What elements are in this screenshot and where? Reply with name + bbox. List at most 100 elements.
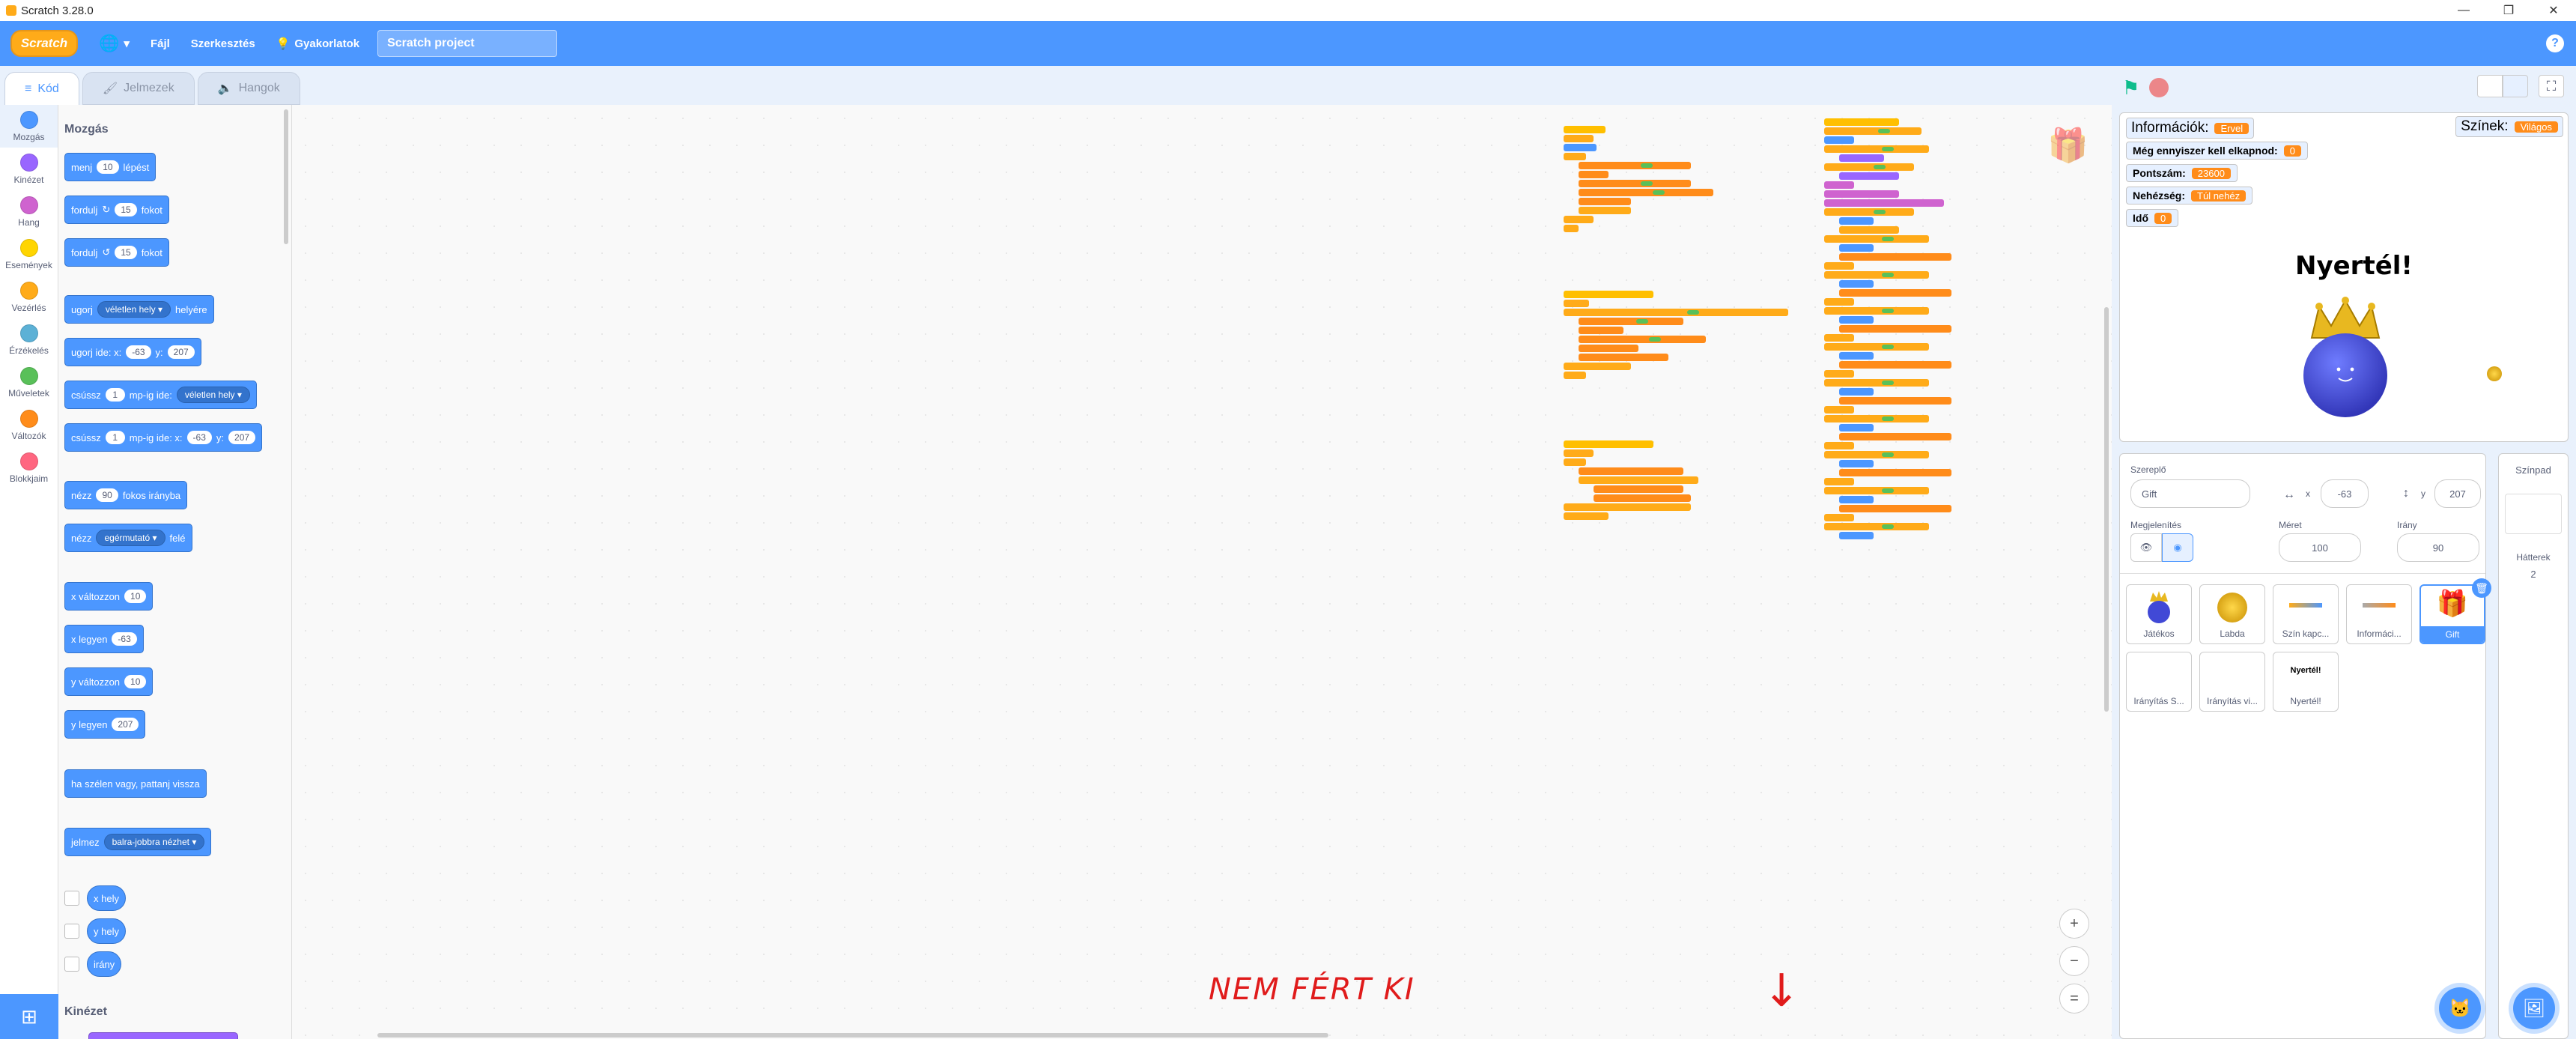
sprite-name-input[interactable]: Gift xyxy=(2130,479,2250,508)
block-input[interactable]: 1 xyxy=(105,388,125,402)
code-block[interactable] xyxy=(1579,336,1706,343)
block-dropdown[interactable]: véletlen hely ▾ xyxy=(97,301,171,318)
code-block[interactable] xyxy=(1564,225,1579,232)
block-input[interactable]: -63 xyxy=(112,632,137,646)
code-block[interactable] xyxy=(1564,216,1594,223)
close-button[interactable]: ✕ xyxy=(2531,0,2576,21)
code-block[interactable] xyxy=(1564,512,1609,520)
code-block[interactable] xyxy=(1564,291,1653,298)
code-block-input[interactable] xyxy=(1882,147,1894,151)
edit-menu[interactable]: Szerkesztés xyxy=(191,37,255,50)
block-rotation-style[interactable]: jelmez balra-jobbra nézhet ▾ xyxy=(64,828,212,856)
code-block[interactable] xyxy=(1579,476,1698,484)
stop-icon[interactable] xyxy=(2149,78,2169,97)
code-block[interactable] xyxy=(1564,372,1586,379)
tab-code[interactable]: ≡ Kód xyxy=(4,72,79,105)
checkbox-y-position[interactable] xyxy=(64,924,79,939)
category-sensing[interactable]: Érzékelés xyxy=(0,318,58,361)
show-visible-button[interactable]: 👁 xyxy=(2130,533,2162,562)
workspace-v-scrollbar[interactable] xyxy=(2104,307,2109,712)
code-block[interactable] xyxy=(1564,458,1586,466)
code-block-input[interactable] xyxy=(1882,488,1894,493)
code-block[interactable] xyxy=(1564,363,1631,370)
code-block[interactable] xyxy=(1824,415,1929,422)
code-block[interactable] xyxy=(1564,153,1586,160)
code-block[interactable] xyxy=(1824,208,1914,216)
palette-scrollbar[interactable] xyxy=(284,109,288,244)
green-flag-icon[interactable]: ⚑ xyxy=(2122,76,2139,100)
block-input[interactable]: 90 xyxy=(96,488,118,502)
code-block[interactable] xyxy=(1839,244,1874,252)
sprite-tile[interactable]: Irányítás S... xyxy=(2126,652,2192,712)
code-block[interactable] xyxy=(1824,451,1929,458)
code-block[interactable] xyxy=(1579,327,1623,334)
code-block-input[interactable] xyxy=(1882,381,1894,385)
x-input[interactable]: -63 xyxy=(2321,479,2369,508)
code-block[interactable] xyxy=(1579,354,1668,361)
code-block[interactable] xyxy=(1564,300,1589,307)
project-title-input[interactable]: Scratch project xyxy=(377,30,558,57)
code-block[interactable] xyxy=(1824,370,1854,378)
code-block[interactable] xyxy=(1564,503,1691,511)
block-dropdown[interactable]: egérmutató ▾ xyxy=(96,530,165,546)
code-block[interactable] xyxy=(1824,487,1929,494)
code-block[interactable] xyxy=(1579,198,1631,205)
choose-sprite-button[interactable]: 🐱 xyxy=(2439,987,2481,1029)
code-block-input[interactable] xyxy=(1640,163,1653,168)
block-turn-right[interactable]: fordulj ↻ 15 fokot xyxy=(64,196,169,224)
reporter-x-position[interactable]: x hely xyxy=(87,885,126,911)
language-menu[interactable]: 🌐 ▾ xyxy=(99,34,130,53)
code-block[interactable] xyxy=(1824,163,1914,171)
code-block[interactable] xyxy=(1839,424,1874,431)
code-block[interactable] xyxy=(1839,154,1884,162)
checkbox-x-position[interactable] xyxy=(64,891,79,906)
code-block[interactable] xyxy=(1579,162,1691,169)
tab-sounds[interactable]: 🔈 Hangok xyxy=(197,72,300,105)
normal-stage-button[interactable] xyxy=(2503,75,2528,97)
block-turn-left[interactable]: fordulj ↺ 15 fokot xyxy=(64,238,169,267)
code-block[interactable] xyxy=(1824,271,1929,279)
code-block[interactable] xyxy=(1564,126,1606,133)
code-block[interactable] xyxy=(1579,467,1683,475)
category-myblocks[interactable]: Blokkjaim xyxy=(0,446,58,489)
code-block-input[interactable] xyxy=(1640,181,1653,186)
code-block[interactable] xyxy=(1824,190,1899,198)
workspace-h-scrollbar[interactable] xyxy=(377,1033,1328,1038)
block-looks-partial[interactable] xyxy=(88,1032,238,1039)
block-input[interactable]: -63 xyxy=(186,431,212,444)
code-block-input[interactable] xyxy=(1882,452,1894,457)
code-block-input[interactable] xyxy=(1882,524,1894,529)
code-block[interactable] xyxy=(1839,253,1951,261)
code-block[interactable] xyxy=(1824,379,1929,387)
block-dropdown[interactable]: véletlen hely ▾ xyxy=(176,387,250,403)
block-input[interactable]: 10 xyxy=(97,160,119,174)
zoom-out-button[interactable]: − xyxy=(2059,946,2089,976)
sprite-tile[interactable]: Labda xyxy=(2199,584,2265,644)
checkbox-direction[interactable] xyxy=(64,957,79,972)
reporter-y-position[interactable]: y hely xyxy=(87,918,126,944)
file-menu[interactable]: Fájl xyxy=(151,37,170,50)
sprite-tile[interactable]: Szín kapc... xyxy=(2273,584,2339,644)
code-block[interactable] xyxy=(1824,145,1929,153)
block-input[interactable]: 207 xyxy=(228,431,256,444)
maximize-button[interactable]: ❐ xyxy=(2486,0,2531,21)
code-block[interactable] xyxy=(1824,406,1854,414)
block-bounce[interactable]: ha szélen vagy, pattanj vissza xyxy=(64,769,207,798)
block-input[interactable]: 10 xyxy=(124,590,147,603)
code-block[interactable] xyxy=(1824,298,1854,306)
code-block[interactable] xyxy=(1824,181,1854,189)
fullscreen-icon[interactable]: ⛶ xyxy=(2539,75,2564,97)
block-change-y[interactable]: y változzon 10 xyxy=(64,667,154,696)
code-block[interactable] xyxy=(1839,325,1951,333)
sprite-tile[interactable]: Nyertél! Nyertél! xyxy=(2273,652,2339,712)
code-block[interactable] xyxy=(1594,485,1683,493)
code-block[interactable] xyxy=(1824,523,1929,530)
category-motion[interactable]: Mozgás xyxy=(0,105,58,148)
block-change-x[interactable]: x változzon 10 xyxy=(64,582,154,611)
code-block[interactable] xyxy=(1824,262,1854,270)
code-block[interactable] xyxy=(1824,307,1929,315)
category-events[interactable]: Események xyxy=(0,233,58,276)
code-block[interactable] xyxy=(1839,505,1951,512)
tutorials-menu[interactable]: 💡 Gyakorlatok xyxy=(276,37,359,51)
code-block-input[interactable] xyxy=(1882,273,1894,277)
